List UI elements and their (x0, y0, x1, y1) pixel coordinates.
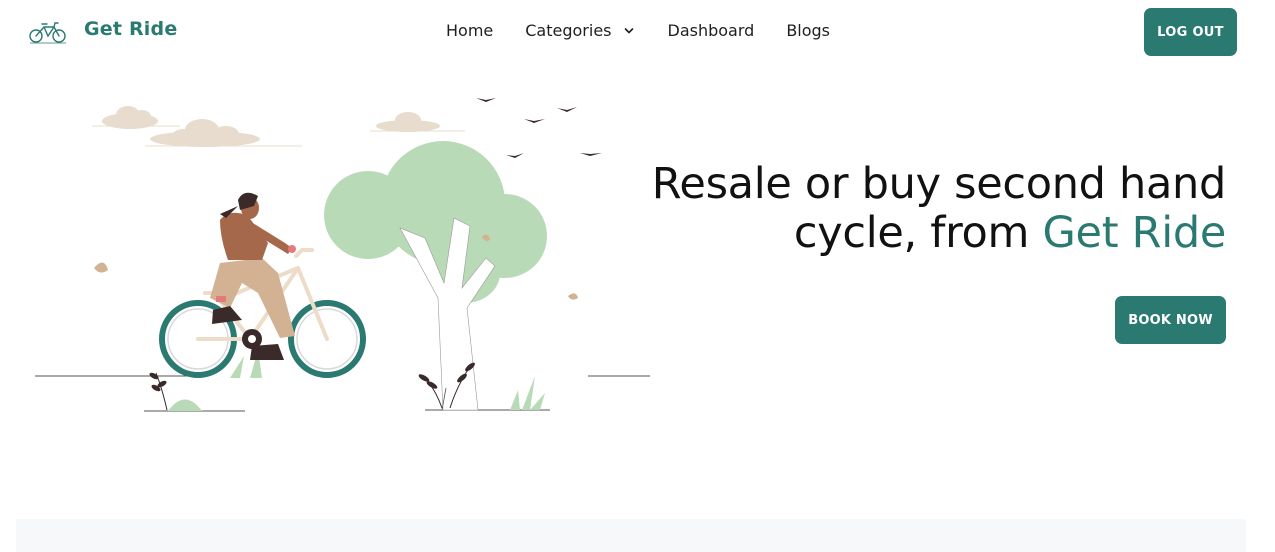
logout-button[interactable]: LOG OUT (1144, 8, 1237, 56)
woman-riding-bicycle-illustration (35, 98, 650, 412)
book-now-button[interactable]: BOOK NOW (1115, 296, 1226, 344)
hero-title-accent: Get Ride (1042, 208, 1227, 258)
navbar: Get Ride Home Categories Dashboard Blogs… (0, 0, 1275, 64)
main-nav: Home Categories Dashboard Blogs (446, 21, 830, 40)
tree-icon (324, 141, 547, 411)
nav-home[interactable]: Home (446, 21, 493, 40)
chevron-down-icon (624, 27, 633, 33)
nav-categories-label: Categories (525, 21, 612, 40)
brand-link[interactable]: Get Ride (28, 14, 177, 44)
next-section (16, 519, 1246, 552)
nav-blogs[interactable]: Blogs (786, 21, 830, 40)
nav-dashboard[interactable]: Dashboard (668, 21, 755, 40)
bird-icon (476, 98, 602, 158)
bicycle-icon (29, 22, 66, 44)
brand-name: Get Ride (84, 18, 178, 40)
hero-title: Resale or buy second hand cycle, from Ge… (606, 160, 1227, 258)
nav-categories[interactable]: Categories (525, 21, 633, 40)
